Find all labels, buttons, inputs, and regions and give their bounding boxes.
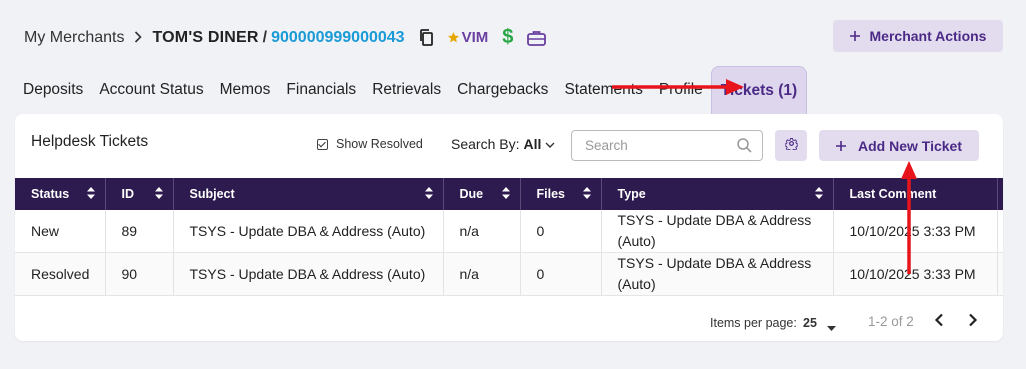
plus-icon xyxy=(849,28,860,44)
column-header-subject[interactable]: Subject xyxy=(173,178,444,210)
copy-icon[interactable] xyxy=(419,29,433,46)
search-input[interactable] xyxy=(572,131,722,160)
cell-last-comment: 10/10/2025 3:33 PM xyxy=(833,210,998,253)
cell-status: Resolved xyxy=(15,252,106,296)
column-header-id[interactable]: ID xyxy=(105,178,174,210)
cell-last-comment: 10/10/2025 3:33 PM xyxy=(833,252,998,296)
cell-status: New xyxy=(15,210,106,253)
column-header-last-comment[interactable]: Last Comment xyxy=(833,178,998,210)
sort-icon[interactable] xyxy=(582,187,591,202)
sort-icon[interactable] xyxy=(501,187,510,202)
column-header-due[interactable]: Due xyxy=(443,178,521,210)
search-icon[interactable] xyxy=(737,138,752,158)
tab-chargebacks[interactable]: Chargebacks xyxy=(449,66,556,114)
cell-overflow xyxy=(997,252,1003,296)
column-header-label: Status xyxy=(31,187,70,201)
add-new-ticket-button[interactable]: Add New Ticket xyxy=(819,130,979,161)
column-header-files[interactable]: Files xyxy=(520,178,602,210)
sort-icon[interactable] xyxy=(154,187,163,202)
table-row[interactable]: Resolved 90 TSYS - Update DBA & Address … xyxy=(15,252,1003,296)
tickets-table-container: Status ID Subject Due Files Type Last Co… xyxy=(15,178,1003,300)
cell-type: TSYS - Update DBA & Address (Auto) xyxy=(601,252,834,296)
column-header-overflow xyxy=(997,178,1003,210)
search-field xyxy=(571,130,763,161)
merchant-name: TOM'S DINER xyxy=(152,28,259,46)
dollar-icon[interactable]: $ xyxy=(502,26,513,49)
tab-profile[interactable]: Profile xyxy=(651,66,711,114)
column-header-label: Due xyxy=(459,187,484,201)
tab-account-status[interactable]: Account Status xyxy=(91,66,211,114)
search-by-label: Search By: xyxy=(451,136,520,152)
helpdesk-tickets-panel: Helpdesk Tickets Show Resolved Search By… xyxy=(15,114,1003,341)
previous-page-button[interactable] xyxy=(934,313,944,330)
merchant-actions-button[interactable]: Merchant Actions xyxy=(833,20,1003,52)
gear-icon xyxy=(784,137,798,155)
cell-overflow xyxy=(997,210,1003,253)
merchant-actions-label: Merchant Actions xyxy=(869,28,987,44)
page-range-label: 1-2 of 2 xyxy=(868,314,914,329)
cell-type: TSYS - Update DBA & Address (Auto) xyxy=(601,210,834,253)
caret-down-icon[interactable] xyxy=(827,320,836,334)
items-per-page-label: Items per page: xyxy=(710,316,797,330)
cell-id: 90 xyxy=(105,252,174,296)
column-header-label: Subject xyxy=(189,187,235,201)
top-bar: My Merchants TOM'S DINER / 9000009990000… xyxy=(0,0,1026,70)
tab-deposits[interactable]: Deposits xyxy=(15,66,91,114)
table-row[interactable]: New 89 TSYS - Update DBA & Address (Auto… xyxy=(15,210,1003,253)
add-new-ticket-label: Add New Ticket xyxy=(858,137,962,154)
tab-memos[interactable]: Memos xyxy=(212,66,279,114)
show-resolved-label: Show Resolved xyxy=(336,137,423,151)
breadcrumb: My Merchants TOM'S DINER / 9000009990000… xyxy=(24,26,547,49)
column-header-type[interactable]: Type xyxy=(601,178,834,210)
cell-due: n/a xyxy=(443,252,521,296)
merchant-id[interactable]: 900000999000043 xyxy=(271,29,404,47)
cell-subject: TSYS - Update DBA & Address (Auto) xyxy=(173,252,444,296)
sort-icon[interactable] xyxy=(86,187,95,202)
show-resolved-toggle[interactable]: Show Resolved xyxy=(317,137,423,151)
tickets-table: Status ID Subject Due Files Type Last Co… xyxy=(15,178,1003,296)
sort-icon[interactable] xyxy=(424,187,433,202)
chevron-right-icon xyxy=(134,30,143,46)
tab-financials[interactable]: Financials xyxy=(278,66,364,114)
search-by-value: All xyxy=(523,136,542,152)
breadcrumb-my-merchants[interactable]: My Merchants xyxy=(24,29,124,47)
show-resolved-checkbox[interactable] xyxy=(317,138,328,150)
panel-title: Helpdesk Tickets xyxy=(31,133,149,150)
search-by-select[interactable]: Search By: All xyxy=(451,136,555,152)
star-icon xyxy=(447,31,460,44)
cell-due: n/a xyxy=(443,210,521,253)
plus-icon xyxy=(836,138,846,154)
briefcase-icon[interactable] xyxy=(527,30,547,46)
tab-retrievals[interactable]: Retrievals xyxy=(364,66,449,114)
cell-files: 0 xyxy=(520,210,602,253)
column-header-status[interactable]: Status xyxy=(15,178,106,210)
column-header-label: Type xyxy=(617,187,646,201)
column-header-label: Last Comment xyxy=(849,187,937,201)
column-header-label: Files xyxy=(536,187,566,201)
table-header-row: Status ID Subject Due Files Type Last Co… xyxy=(15,178,1003,210)
settings-button[interactable] xyxy=(775,130,807,161)
column-header-label: ID xyxy=(121,187,135,201)
sort-icon[interactable] xyxy=(814,187,823,202)
tab-bar: Deposits Account Status Memos Financials… xyxy=(15,66,808,114)
cell-id: 89 xyxy=(105,210,174,253)
tab-statements[interactable]: Statements xyxy=(556,66,650,114)
tab-tickets[interactable]: Tickets (1) xyxy=(710,66,808,114)
vim-label: VIM xyxy=(461,29,489,46)
breadcrumb-slash: / xyxy=(262,28,268,46)
items-per-page-select[interactable]: 25 xyxy=(803,316,817,330)
next-page-button[interactable] xyxy=(968,313,978,330)
paginator: Items per page: 25 1-2 of 2 xyxy=(15,300,1003,341)
cell-subject: TSYS - Update DBA & Address (Auto) xyxy=(173,210,444,253)
cell-files: 0 xyxy=(520,252,602,296)
chevron-down-icon xyxy=(545,136,555,152)
